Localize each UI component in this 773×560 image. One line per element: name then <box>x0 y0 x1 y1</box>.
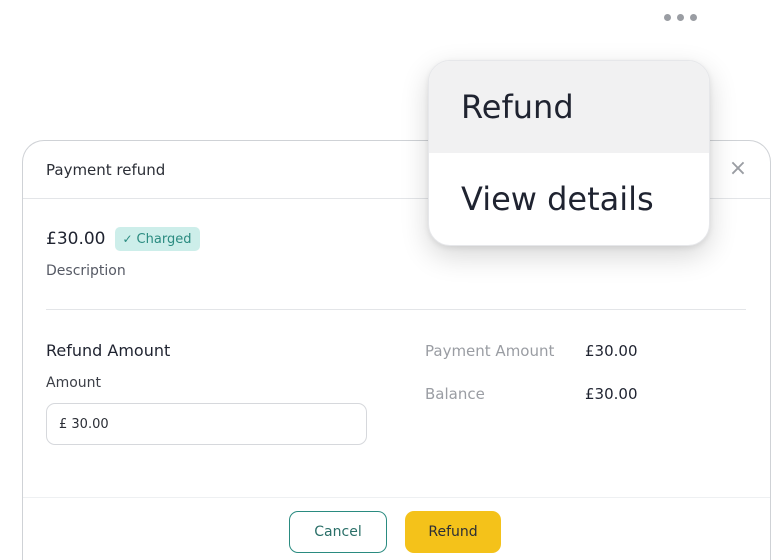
refund-amount-input[interactable] <box>46 403 367 445</box>
modal-title: Payment refund <box>46 161 166 179</box>
status-badge: ✓ Charged <box>115 227 201 251</box>
more-horizontal-icon <box>689 13 697 21</box>
more-horizontal-icon <box>663 13 671 21</box>
payment-amount-value: £30.00 <box>585 342 638 360</box>
refund-button[interactable]: Refund <box>405 511 501 553</box>
menu-item-view-details[interactable]: View details <box>429 153 709 245</box>
refund-amount-heading: Refund Amount <box>46 341 171 360</box>
payment-amount-label: Payment Amount <box>425 342 555 360</box>
modal-footer: Cancel Refund <box>23 497 770 560</box>
cancel-button[interactable]: Cancel <box>289 511 387 553</box>
balance-value: £30.00 <box>585 385 638 403</box>
balance-label: Balance <box>425 385 485 403</box>
more-horizontal-icon <box>676 13 684 21</box>
amount-row: £30.00 ✓ Charged <box>46 227 201 251</box>
more-options-button[interactable] <box>650 6 710 28</box>
check-icon: ✓ <box>122 232 133 246</box>
description-text: Description <box>46 263 126 279</box>
close-icon[interactable]: × <box>726 157 750 181</box>
charged-amount: £30.00 <box>46 229 106 249</box>
status-label: Charged <box>136 231 192 247</box>
divider <box>46 309 746 310</box>
menu-item-refund[interactable]: Refund <box>429 61 709 153</box>
actions-dropdown-menu: Refund View details <box>428 60 710 246</box>
amount-label: Amount <box>46 375 102 391</box>
